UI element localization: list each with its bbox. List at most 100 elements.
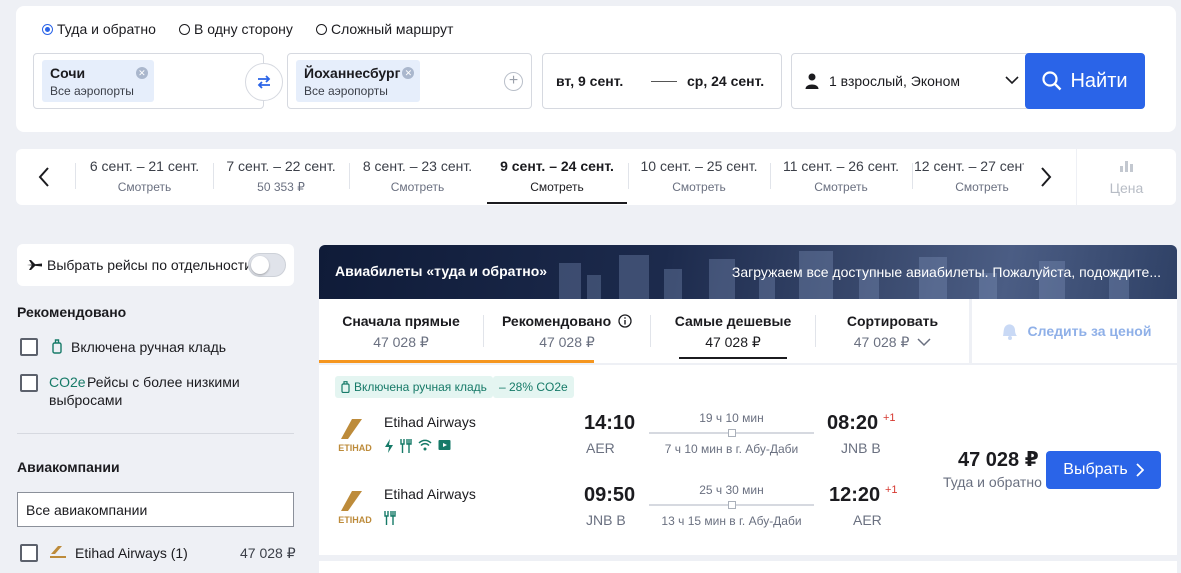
destination-airports: Все аэропорты <box>304 84 388 98</box>
date-tab-price: Смотреть <box>814 180 868 194</box>
find-label: Найти <box>1070 69 1128 92</box>
date-tab-price: Смотреть <box>955 180 1009 194</box>
trip-type-label: Туда и обратно <box>57 21 156 37</box>
watch-price-button[interactable]: Следить за ценой <box>972 299 1177 363</box>
chevron-left-icon <box>38 167 49 187</box>
find-button[interactable]: Найти <box>1025 53 1145 109</box>
origin-city: Сочи <box>50 65 86 81</box>
wifi-icon <box>418 439 432 451</box>
date-tab-dates: 12 сент. – 27 сент. <box>914 158 1024 174</box>
departure-code: JNB B <box>586 512 626 528</box>
trip-type-label: В одну сторону <box>194 21 293 37</box>
results-title: Авиабилеты «туда и обратно» <box>335 263 548 279</box>
date-tab-dates: 8 сент. – 23 сент. <box>362 158 473 174</box>
date-tab[interactable]: 10 сент. – 25 сент. Смотреть <box>628 149 770 205</box>
stopover-info: 7 ч 10 мин в г. Абу-Даби <box>664 442 799 456</box>
arrival-code: AER <box>853 512 882 528</box>
stopover-info: 13 ч 15 мин в г. Абу-Даби <box>661 514 802 528</box>
departure-time: 14:10 <box>584 412 636 434</box>
departure-code: AER <box>586 440 615 456</box>
select-flight-button[interactable]: Выбрать <box>1046 451 1161 489</box>
date-tab-dates: 6 сент. – 21 сент. <box>89 158 200 174</box>
divider <box>17 433 294 434</box>
date-tab[interactable]: 11 сент. – 26 сент. Смотреть <box>770 149 912 205</box>
trip-type-multicity[interactable]: Сложный маршрут <box>316 21 453 37</box>
amenities <box>384 439 451 453</box>
meal-icon <box>384 511 396 525</box>
flight-duration: 19 ч 10 мин <box>699 411 764 425</box>
airline-name: Etihad Airways <box>384 414 476 430</box>
sort-tab-price: 47 028 ₽ <box>705 334 761 350</box>
date-tab-dates: 10 сент. – 25 сент. <box>640 158 758 174</box>
date-tab[interactable]: 12 сент. – 27 сент. Смотреть <box>912 149 1024 205</box>
chevron-down-icon <box>1005 76 1019 85</box>
etihad-option-price: 47 028 ₽ <box>240 545 296 561</box>
origin-chip: Сочи Все аэропорты ✕ <box>42 60 154 102</box>
date-tab-dates: 9 сент. – 24 сент. <box>500 158 614 174</box>
origin-field[interactable]: Сочи Все аэропорты ✕ <box>33 53 264 109</box>
passengers-field[interactable]: 1 взрослый, Эконом <box>791 53 1033 109</box>
sort-tab-recommended[interactable]: Рекомендовано 47 028 ₽ <box>484 299 650 363</box>
price-chart-button[interactable]: Цена <box>1077 149 1176 205</box>
date-strip: 6 сент. – 21 сент. Смотреть 7 сент. – 22… <box>16 149 1076 205</box>
radio-selected-icon <box>42 23 53 35</box>
sort-tab-label: Сначала прямые <box>342 313 460 329</box>
etihad-checkbox[interactable] <box>20 544 38 562</box>
co2-checkbox[interactable] <box>20 374 38 392</box>
date-tab[interactable]: 7 сент. – 22 сент. 50 353 ₽ <box>213 149 349 205</box>
sort-tab-label: Рекомендовано <box>484 313 650 329</box>
ticket-price: 47 028 ₽ <box>958 449 1039 471</box>
co2-label-line2: выбросами <box>49 392 123 408</box>
route-line <box>649 429 814 437</box>
date-tab[interactable]: 8 сент. – 23 сент. Смотреть <box>349 149 486 205</box>
airlines-select[interactable]: Все авиакомпании <box>17 492 294 527</box>
active-tab-underline <box>679 357 787 359</box>
separate-flights-toggle-row[interactable]: Выбрать рейсы по отдельности <box>17 244 294 286</box>
luggage-icon <box>52 339 62 354</box>
depart-date: вт, 9 сент. <box>556 73 624 89</box>
departure-time: 09:50 <box>584 484 636 506</box>
date-tab-price: Смотреть <box>390 180 445 194</box>
sort-tab-direct[interactable]: Сначала прямые 47 028 ₽ <box>319 299 483 363</box>
dates-field[interactable]: вт, 9 сент. ср, 24 сент. <box>542 53 782 109</box>
hand-luggage-checkbox[interactable] <box>20 338 38 356</box>
recommended-heading: Рекомендовано <box>17 304 127 320</box>
amenities <box>384 511 396 525</box>
etihad-option-label: Etihad Airways (1) <box>75 545 188 561</box>
co2-tag: – 28% CO2e <box>493 376 574 398</box>
clear-origin-icon[interactable]: ✕ <box>135 67 148 79</box>
separate-flights-switch[interactable] <box>248 253 286 277</box>
price-chart-label: Цена <box>1109 180 1144 196</box>
etihad-logo-icon: ETIHAD <box>338 491 372 525</box>
clear-destination-icon[interactable]: ✕ <box>402 67 415 79</box>
radio-icon <box>179 23 190 35</box>
sort-tab-price: 47 028 ₽ <box>816 334 969 351</box>
destination-field[interactable]: Йоханнесбург Все аэропорты ✕ + <box>287 53 532 109</box>
arrival-time: 08:20 <box>827 412 879 434</box>
sort-tab-cheapest[interactable]: Самые дешевые 47 028 ₽ <box>651 299 815 363</box>
return-date: ср, 24 сент. <box>687 73 765 89</box>
passengers-value: 1 взрослый, Эконом <box>829 73 961 89</box>
trip-type-roundtrip[interactable]: Туда и обратно <box>42 21 156 37</box>
info-icon[interactable] <box>618 314 632 328</box>
sort-tab-label: Сортировать <box>846 313 939 329</box>
chevron-right-icon <box>1041 167 1052 187</box>
date-tab-dates: 11 сент. – 26 сент. <box>783 158 899 174</box>
luggage-icon <box>341 381 350 393</box>
date-tab[interactable]: 6 сент. – 21 сент. Смотреть <box>76 149 213 205</box>
swap-icon <box>257 75 271 89</box>
trip-type-oneway[interactable]: В одну сторону <box>179 21 293 37</box>
separate-flights-label: Выбрать рейсы по отдельности <box>47 257 253 273</box>
add-airport-icon[interactable]: + <box>504 72 523 91</box>
co2-tag: CO2e <box>49 374 86 390</box>
chevron-right-icon <box>1136 463 1144 477</box>
swap-button[interactable] <box>245 63 283 101</box>
prev-dates-button[interactable] <box>22 149 66 205</box>
bell-icon <box>1002 324 1017 340</box>
sort-dropdown[interactable]: Сортировать 47 028 ₽ <box>816 299 969 363</box>
arrival-code: JNB B <box>841 440 881 456</box>
date-separator <box>651 81 677 82</box>
co2-label-line1: Рейсы с более низкими <box>87 374 240 390</box>
next-dates-button[interactable] <box>1024 149 1068 205</box>
date-tab-selected[interactable]: 9 сент. – 24 сент. Смотреть <box>487 149 627 205</box>
